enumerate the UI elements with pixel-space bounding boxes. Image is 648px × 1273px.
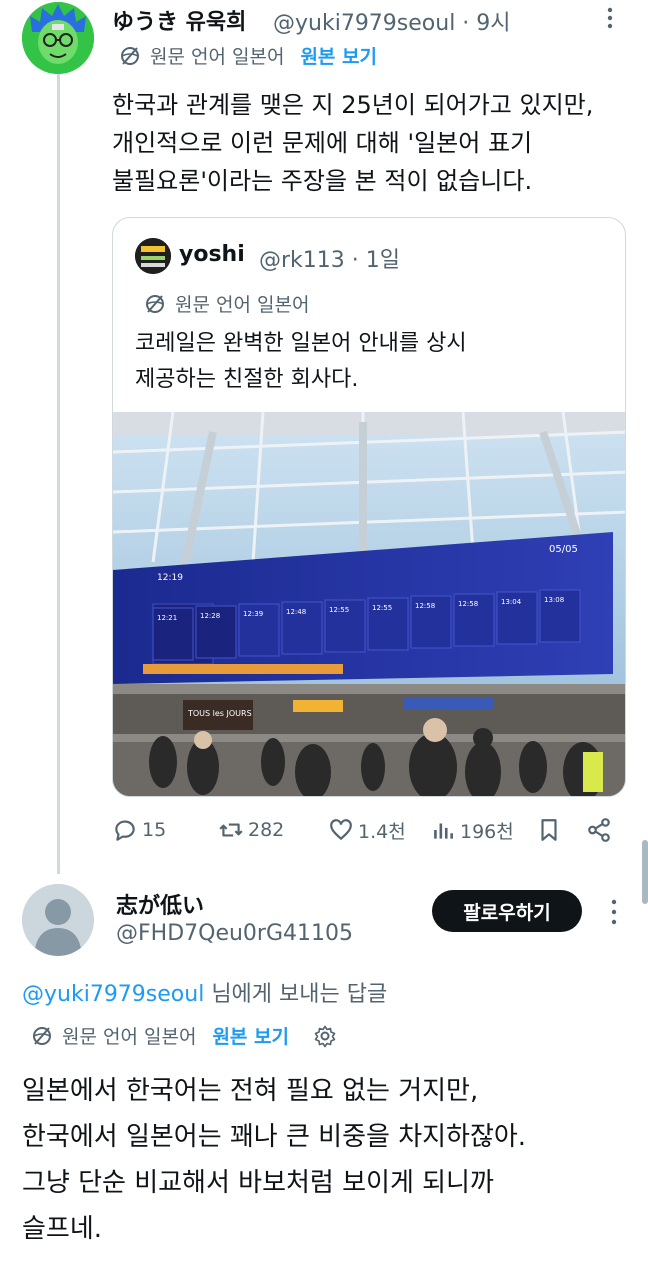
board-slot-time: 13:08 [544,596,564,604]
quote-author-handle-time: @rk113 · 1일 [259,248,400,273]
station-photo-image: 12:19 05/05 12:21 12:28 12:39 12:48 12:55 12:… [113,411,625,796]
views-button[interactable]: 196천 [430,812,514,848]
author-name[interactable]: ゆうき 유욱희 [112,4,246,36]
like-count: 1.4천 [358,820,406,843]
scrollbar-thumb[interactable] [642,840,648,904]
board-slot-time: 13:04 [501,598,522,606]
reply-text: 일본에서 한국어는 전혀 필요 없는 거지만, 한국에서 일본어는 꽤나 큰 비… [22,1076,527,1244]
replying-to-label: 님에게 보내는 답글 [204,982,388,1007]
station-photo[interactable]: 12:19 05/05 12:21 12:28 12:39 12:48 12:55 12:… [113,411,625,796]
gear-icon[interactable] [313,1024,337,1048]
more-options-icon[interactable] [600,6,620,30]
repost-icon [219,823,243,837]
bookmark-icon [541,819,557,841]
board-slot-time: 12:55 [372,604,392,612]
translate-globe-icon [33,1026,51,1045]
quoted-tweet-card[interactable]: yoshi @rk113 · 1일 원문 언어 일본어 코레일은 완벽한 일본어… [112,217,626,797]
board-slot-time: 12:58 [458,600,478,608]
replying-to: @yuki7979seoul 님에게 보내는 답글 [22,976,387,1008]
quote-text: 코레일은 완벽한 일본어 안내를 상시 제공하는 친절한 회사다. [135,331,467,392]
view-count: 196천 [460,820,514,843]
replying-to-mention[interactable]: @yuki7979seoul [22,982,204,1007]
reply-translation-label: 원문 언어 일본어 [62,1026,197,1048]
reply-author-handle[interactable]: @FHD7Qeu0rG41105 [116,921,353,946]
show-original-link[interactable]: 원본 보기 [300,42,377,69]
board-time: 12:19 [157,573,183,583]
reply-author-name[interactable]: 志が低い [116,888,204,920]
board-slot-time: 12:48 [286,608,306,616]
tweet-actions: 15 282 1.4천 196천 [112,812,632,848]
quote-translation-row: 원문 언어 일본어 [143,290,309,317]
translate-globe-icon [121,46,139,65]
like-button[interactable]: 1.4천 [328,812,406,848]
translate-globe-icon [146,294,164,313]
translation-label: 원문 언어 일본어 [150,46,285,68]
reply-translation-row: 원문 언어 일본어 원본 보기 [30,1022,337,1049]
repost-button[interactable]: 282 [218,812,284,848]
share-icon [588,818,610,842]
translation-row: 원문 언어 일본어 원본 보기 [118,42,377,69]
follow-button[interactable]: 팔로우하기 [432,890,582,932]
reply-avatar[interactable] [22,884,94,956]
quote-avatar [135,238,171,274]
reply-count: 15 [142,819,167,841]
author-handle-time[interactable]: @yuki7979seoul · 9시 [273,5,511,37]
heart-icon [330,819,352,841]
bookmark-button[interactable] [536,812,566,848]
board-slot-time: 12:21 [157,614,177,622]
reply-icon [115,820,135,841]
board-slot-time: 12:55 [329,606,349,614]
board-slot-time: 12:28 [200,612,220,620]
avatar[interactable] [22,2,94,74]
thread-connector-line [57,74,60,874]
board-slot-time: 12:39 [243,610,263,618]
share-button[interactable] [586,812,616,848]
board-slot-time: 12:58 [415,602,435,610]
avatar-image [22,2,94,74]
repost-count: 282 [248,819,285,841]
bakery-sign: TOUS les JOURS [187,709,252,718]
board-date: 05/05 [549,544,578,555]
tweet-text: 한국과 관계를 맺은 지 25년이 되어가고 있지만, 개인적으로 이런 문제에… [112,91,594,195]
more-options-icon[interactable] [604,898,624,926]
default-avatar-icon [22,884,94,956]
quote-translation-label: 원문 언어 일본어 [175,294,310,316]
reply-button[interactable]: 15 [112,812,166,848]
reply-show-original-link[interactable]: 원본 보기 [212,1022,289,1049]
quote-author-name: yoshi [179,242,245,267]
views-chart-icon [434,823,453,839]
